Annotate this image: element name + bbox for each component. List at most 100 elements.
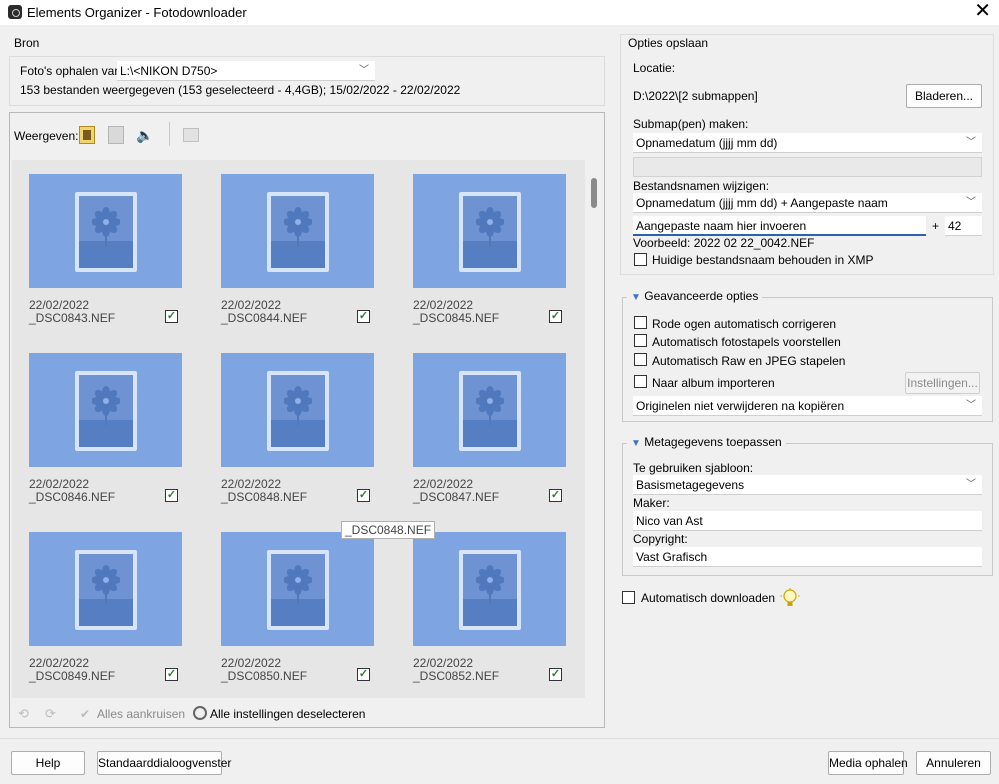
standard-dialog-button[interactable]: Standaarddialoogvenster: [97, 751, 231, 775]
photo-thumbnail[interactable]: [221, 532, 374, 646]
creator-label: Maker:: [633, 496, 670, 510]
scrollbar-thumb[interactable]: [591, 178, 597, 208]
copyright-input[interactable]: Vast Grafisch: [633, 547, 982, 567]
photo-thumbnail[interactable]: [221, 174, 374, 288]
app-icon: [8, 5, 22, 19]
advanced-header[interactable]: ▼ Geavanceerde opties: [627, 289, 763, 303]
thumbnail-date: 22/02/2022: [413, 298, 474, 312]
lightbulb-icon[interactable]: [780, 588, 800, 610]
thumbnail-date: 22/02/2022: [221, 298, 282, 312]
metadata-header[interactable]: ▼ Metagegevens toepassen: [627, 435, 786, 449]
stack-icon[interactable]: [183, 128, 199, 142]
source-group-label: Bron: [14, 36, 40, 50]
photo-thumbnail[interactable]: [29, 353, 182, 467]
image-placeholder-icon: [459, 371, 521, 451]
source-device-value: L:\<NIKON D750>: [120, 64, 218, 78]
image-placeholder-icon: [267, 371, 329, 451]
thumbnail-filename: _DSC0846.NEF: [29, 490, 116, 504]
close-icon[interactable]: ✕: [974, 1, 991, 21]
delete-originals-select[interactable]: Originelen niet verwijderen na kopiëren …: [633, 396, 982, 416]
photo-thumbnail[interactable]: [413, 174, 566, 288]
thumbnail-checkbox[interactable]: ✓: [165, 668, 178, 681]
toolbar-divider: [169, 122, 170, 146]
rename-label: Bestandsnamen wijzigen:: [633, 179, 770, 193]
thumbnail-date: 22/02/2022: [29, 477, 90, 491]
album-settings-button[interactable]: Instellingen...: [905, 372, 980, 394]
rotate-left-icon[interactable]: ⟲: [18, 706, 34, 721]
thumbnail-checkbox[interactable]: ✓: [165, 489, 178, 502]
album-checkbox[interactable]: [634, 375, 647, 388]
image-placeholder-icon: [459, 192, 521, 272]
footer-divider: [0, 738, 999, 739]
subfolder-value: Opnamedatum (jjjj mm dd): [636, 136, 778, 150]
thumbnail-view-icon[interactable]: [79, 126, 95, 144]
stacks-checkbox[interactable]: [634, 334, 647, 347]
view-label: Weergeven:: [14, 129, 79, 143]
thumbnail-date: 22/02/2022: [413, 477, 474, 491]
cancel-button[interactable]: Annuleren: [916, 751, 991, 775]
thumbnail-checkbox[interactable]: ✓: [357, 668, 370, 681]
thumbnail-checkbox[interactable]: ✓: [357, 310, 370, 323]
thumbnail-filename: _DSC0845.NEF: [413, 311, 500, 325]
stacks-label: Automatisch fotostapels voorstellen: [652, 335, 841, 349]
subfolder-select[interactable]: Opnamedatum (jjjj mm dd) ﹀: [633, 133, 982, 153]
custom-name-input[interactable]: Aangepaste naam hier invoeren: [633, 216, 926, 236]
rename-value: Opnamedatum (jjjj mm dd) + Aangepaste na…: [636, 196, 888, 210]
help-button[interactable]: Help: [11, 751, 85, 775]
album-label: Naar album importeren: [652, 376, 775, 390]
chevron-down-icon: ﹀: [966, 400, 976, 411]
image-placeholder-icon: [75, 192, 137, 272]
redeye-label: Rode ogen automatisch corrigeren: [652, 317, 837, 331]
redeye-checkbox[interactable]: [634, 316, 647, 329]
photo-thumbnail[interactable]: [29, 532, 182, 646]
location-value: D:\2022\[2 submappen]: [633, 89, 758, 103]
photo-thumbnail[interactable]: [221, 353, 374, 467]
creator-input[interactable]: Nico van Ast: [633, 511, 982, 531]
thumbnail-checkbox[interactable]: ✓: [549, 668, 562, 681]
start-number-input[interactable]: 42: [945, 216, 982, 236]
chevron-down-icon: ﹀: [966, 479, 976, 490]
thumbnail-date: 22/02/2022: [221, 656, 282, 670]
browse-button[interactable]: Bladeren...: [906, 84, 982, 108]
save-group-label: Opties opslaan: [628, 36, 709, 50]
copyright-label: Copyright:: [633, 532, 688, 546]
source-device-select[interactable]: L:\<NIKON D750> ﹀: [117, 61, 375, 81]
thumbnail-date: 22/02/2022: [29, 656, 90, 670]
speaker-icon[interactable]: 🔈: [136, 127, 153, 144]
thumbnail-filename: _DSC0844.NEF: [221, 311, 308, 325]
auto-download-checkbox[interactable]: [622, 591, 635, 604]
image-placeholder-icon: [459, 550, 521, 630]
get-media-button[interactable]: Media ophalen: [828, 751, 908, 775]
photo-thumbnail[interactable]: [413, 353, 566, 467]
keep-xmp-label: Huidige bestandsnaam behouden in XMP: [652, 253, 874, 267]
thumbnail-checkbox[interactable]: ✓: [165, 310, 178, 323]
keep-xmp-checkbox[interactable]: [634, 253, 647, 266]
thumbnail-filename: _DSC0843.NEF: [29, 311, 116, 325]
thumbnail-filename: _DSC0849.NEF: [29, 669, 116, 683]
thumbnail-checkbox[interactable]: ✓: [357, 489, 370, 502]
chevron-down-icon: ﹀: [966, 137, 976, 148]
photo-thumbnail[interactable]: [29, 174, 182, 288]
thumbnail-filename: _DSC0850.NEF: [221, 669, 308, 683]
scrollbar-track[interactable]: [585, 160, 603, 698]
auto-download-label: Automatisch downloaden: [641, 591, 776, 605]
deselect-icon: [193, 706, 207, 720]
template-select[interactable]: Basismetagegevens ﹀: [633, 475, 982, 495]
thumbnail-filename: _DSC0848.NEF: [221, 490, 308, 504]
image-placeholder-icon: [267, 192, 329, 272]
image-placeholder-icon: [267, 550, 329, 630]
thumbnail-checkbox[interactable]: ✓: [549, 310, 562, 323]
raw-jpeg-label: Automatisch Raw en JPEG stapelen: [652, 354, 846, 368]
raw-jpeg-checkbox[interactable]: [634, 353, 647, 366]
advanced-group-label: Geavanceerde opties: [644, 289, 759, 303]
deselect-all-button[interactable]: Alle instellingen deselecteren: [210, 707, 365, 721]
rename-select[interactable]: Opnamedatum (jjjj mm dd) + Aangepaste na…: [633, 193, 982, 213]
thumbnail-checkbox[interactable]: ✓: [549, 489, 562, 502]
document-icon[interactable]: [108, 126, 124, 144]
rotate-right-icon[interactable]: ⟳: [45, 706, 61, 721]
check-all-icon: ✔: [80, 707, 91, 721]
triangle-down-icon: ▼: [631, 292, 641, 303]
check-all-button[interactable]: Alles aankruisen: [97, 707, 185, 721]
subfolder-custom-field: [633, 157, 982, 177]
photo-thumbnail[interactable]: [413, 532, 566, 646]
